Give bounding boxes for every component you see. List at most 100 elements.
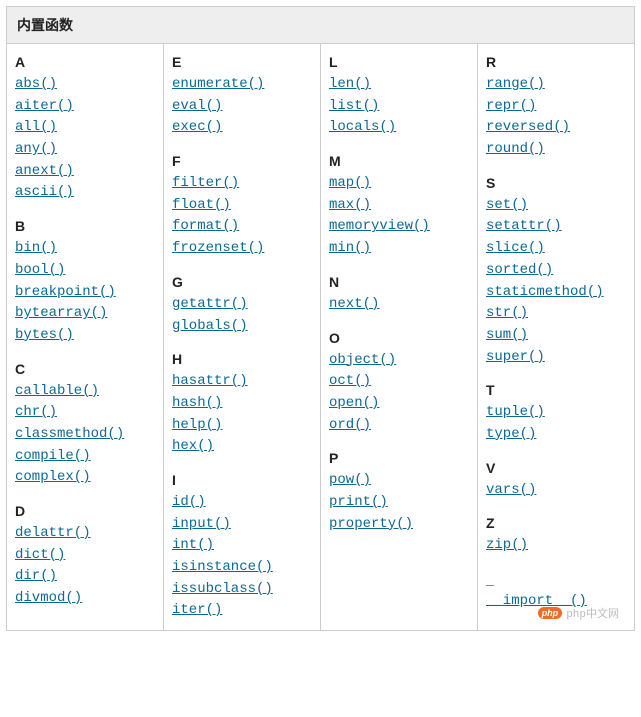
function-link[interactable]: divmod() xyxy=(15,588,155,610)
group-letter: C xyxy=(15,361,155,377)
function-link[interactable]: compile() xyxy=(15,446,155,468)
letter-group: Oobject()oct()open()ord() xyxy=(329,330,469,437)
function-link[interactable]: format() xyxy=(172,216,312,238)
function-link[interactable]: chr() xyxy=(15,402,155,424)
function-link[interactable]: getattr() xyxy=(172,294,312,316)
function-link[interactable]: issubclass() xyxy=(172,579,312,601)
letter-group: Sset()setattr()slice()sorted()staticmeth… xyxy=(486,175,626,369)
group-letter: S xyxy=(486,175,626,191)
function-link[interactable]: hash() xyxy=(172,393,312,415)
function-link[interactable]: anext() xyxy=(15,161,155,183)
function-link[interactable]: abs() xyxy=(15,74,155,96)
group-letter: T xyxy=(486,382,626,398)
function-link[interactable]: eval() xyxy=(172,96,312,118)
table-title: 内置函数 xyxy=(7,7,634,44)
function-link[interactable]: callable() xyxy=(15,381,155,403)
function-link[interactable]: classmethod() xyxy=(15,424,155,446)
column: Rrange()repr()reversed()round()Sset()set… xyxy=(478,44,634,630)
function-link[interactable]: input() xyxy=(172,514,312,536)
function-link[interactable]: oct() xyxy=(329,371,469,393)
function-link[interactable]: zip() xyxy=(486,535,626,557)
function-link[interactable]: property() xyxy=(329,514,469,536)
function-link[interactable]: locals() xyxy=(329,117,469,139)
function-link[interactable]: str() xyxy=(486,303,626,325)
letter-group: _ __import__() xyxy=(486,571,626,613)
function-link[interactable]: open() xyxy=(329,393,469,415)
function-link[interactable]: dir() xyxy=(15,566,155,588)
function-link[interactable]: hasattr() xyxy=(172,371,312,393)
function-link[interactable]: id() xyxy=(172,492,312,514)
group-letter: Z xyxy=(486,515,626,531)
function-link[interactable]: round() xyxy=(486,139,626,161)
letter-group: Zzip() xyxy=(486,515,626,557)
function-link[interactable]: ascii() xyxy=(15,182,155,204)
function-link[interactable]: any() xyxy=(15,139,155,161)
function-link[interactable]: help() xyxy=(172,415,312,437)
function-link[interactable]: enumerate() xyxy=(172,74,312,96)
function-link[interactable]: reversed() xyxy=(486,117,626,139)
group-letter: M xyxy=(329,153,469,169)
function-link[interactable]: bytearray() xyxy=(15,303,155,325)
function-link[interactable]: set() xyxy=(486,195,626,217)
letter-group: Iid()input()int()isinstance()issubclass(… xyxy=(172,472,312,622)
letter-group: Vvars() xyxy=(486,460,626,502)
function-link[interactable]: dict() xyxy=(15,545,155,567)
function-link[interactable]: float() xyxy=(172,195,312,217)
letter-group: Ttuple()type() xyxy=(486,382,626,445)
function-link[interactable]: int() xyxy=(172,535,312,557)
function-link[interactable]: repr() xyxy=(486,96,626,118)
function-link[interactable]: memoryview() xyxy=(329,216,469,238)
function-link[interactable]: ord() xyxy=(329,415,469,437)
function-link[interactable]: setattr() xyxy=(486,216,626,238)
group-letter: H xyxy=(172,351,312,367)
letter-group: Hhasattr()hash()help()hex() xyxy=(172,351,312,458)
function-link[interactable]: print() xyxy=(329,492,469,514)
function-link[interactable]: super() xyxy=(486,347,626,369)
function-link[interactable]: delattr() xyxy=(15,523,155,545)
function-link[interactable]: next() xyxy=(329,294,469,316)
group-letter: B xyxy=(15,218,155,234)
function-link[interactable]: frozenset() xyxy=(172,238,312,260)
function-link[interactable]: exec() xyxy=(172,117,312,139)
function-link[interactable]: tuple() xyxy=(486,402,626,424)
function-link[interactable]: bool() xyxy=(15,260,155,282)
function-link[interactable]: all() xyxy=(15,117,155,139)
letter-group: Aabs()aiter()all()any()anext()ascii() xyxy=(15,54,155,204)
function-link[interactable]: bin() xyxy=(15,238,155,260)
function-link[interactable]: sorted() xyxy=(486,260,626,282)
function-link[interactable]: object() xyxy=(329,350,469,372)
function-link[interactable]: list() xyxy=(329,96,469,118)
function-link[interactable]: globals() xyxy=(172,316,312,338)
function-link[interactable]: map() xyxy=(329,173,469,195)
function-link[interactable]: pow() xyxy=(329,470,469,492)
function-link[interactable]: range() xyxy=(486,74,626,96)
letter-group: Ccallable()chr()classmethod()compile()co… xyxy=(15,361,155,489)
group-letter: P xyxy=(329,450,469,466)
function-link[interactable]: slice() xyxy=(486,238,626,260)
function-link[interactable]: hex() xyxy=(172,436,312,458)
group-letter: D xyxy=(15,503,155,519)
function-link[interactable]: __import__() xyxy=(486,591,626,613)
letter-group: Ddelattr()dict()dir()divmod() xyxy=(15,503,155,610)
letter-group: Ffilter()float()format()frozenset() xyxy=(172,153,312,260)
group-letter: _ xyxy=(486,571,626,587)
function-link[interactable]: isinstance() xyxy=(172,557,312,579)
group-letter: N xyxy=(329,274,469,290)
function-link[interactable]: aiter() xyxy=(15,96,155,118)
function-link[interactable]: breakpoint() xyxy=(15,282,155,304)
function-link[interactable]: sum() xyxy=(486,325,626,347)
function-link[interactable]: iter() xyxy=(172,600,312,622)
function-link[interactable]: max() xyxy=(329,195,469,217)
function-link[interactable]: staticmethod() xyxy=(486,282,626,304)
function-link[interactable]: min() xyxy=(329,238,469,260)
function-link[interactable]: type() xyxy=(486,424,626,446)
column: Llen()list()locals()Mmap()max()memoryvie… xyxy=(321,44,478,630)
function-link[interactable]: complex() xyxy=(15,467,155,489)
letter-group: Mmap()max()memoryview()min() xyxy=(329,153,469,260)
function-link[interactable]: len() xyxy=(329,74,469,96)
function-link[interactable]: filter() xyxy=(172,173,312,195)
letter-group: Ppow()print()property() xyxy=(329,450,469,535)
column: Aabs()aiter()all()any()anext()ascii() Bbi… xyxy=(7,44,164,630)
function-link[interactable]: bytes() xyxy=(15,325,155,347)
function-link[interactable]: vars() xyxy=(486,480,626,502)
